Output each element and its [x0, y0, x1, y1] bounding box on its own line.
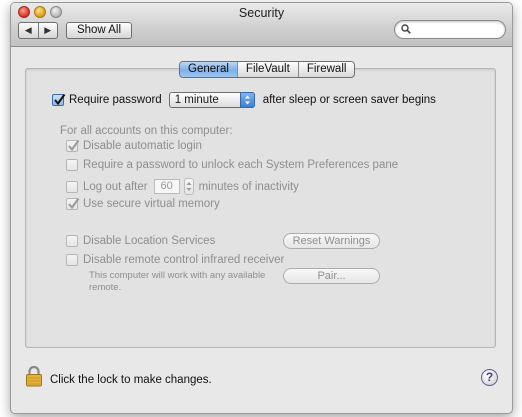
- security-preferences-window: Security ◀ ▶ Show All General FileVault …: [10, 2, 513, 414]
- back-forward-control: ◀ ▶: [18, 22, 58, 39]
- pair-button[interactable]: Pair...: [283, 268, 380, 284]
- checkmark-icon: [54, 93, 66, 106]
- tab-general[interactable]: General: [180, 62, 238, 77]
- require-password-prefs-label: Require a password to unlock each System…: [83, 159, 399, 171]
- popup-arrows-icon: [239, 92, 255, 108]
- logout-prefix-label: Log out after: [83, 180, 148, 193]
- search-field[interactable]: [394, 20, 506, 39]
- logout-minutes-stepper[interactable]: [183, 178, 194, 195]
- forward-button[interactable]: ▶: [39, 23, 58, 38]
- require-password-row: Require password 1 minute after sleep or…: [52, 92, 436, 108]
- back-button[interactable]: ◀: [19, 23, 39, 38]
- password-delay-popup[interactable]: 1 minute: [168, 92, 255, 108]
- disable-location-row: Disable Location Services: [66, 235, 215, 247]
- stepper-arrows-icon: [186, 182, 192, 191]
- ir-note: This computer will work with any availab…: [89, 270, 266, 293]
- require-password-prefs-checkbox[interactable]: [66, 159, 78, 171]
- disable-autologin-checkbox[interactable]: [66, 139, 80, 152]
- search-icon: [401, 24, 411, 34]
- tab-firewall[interactable]: Firewall: [299, 62, 355, 77]
- titlebar: Security ◀ ▶ Show All: [11, 3, 512, 47]
- lock-icon[interactable]: [25, 365, 43, 387]
- disable-location-label: Disable Location Services: [83, 235, 216, 247]
- disable-autologin-row: Disable automatic login: [66, 139, 202, 152]
- secure-vm-checkbox[interactable]: [66, 197, 80, 210]
- require-password-prefs-row: Require a password to unlock each System…: [66, 159, 398, 171]
- password-delay-value: 1 minute: [174, 94, 219, 106]
- disable-ir-label: Disable remote control infrared receiver: [83, 254, 285, 266]
- require-password-label: Require password: [69, 94, 162, 106]
- disable-ir-checkbox[interactable]: [66, 254, 78, 266]
- logout-row: Log out after 60 minutes of inactivity: [66, 178, 299, 195]
- require-password-checkbox[interactable]: [52, 93, 66, 106]
- checkmark-icon: [68, 197, 80, 210]
- section-heading: For all accounts on this computer:: [60, 125, 233, 137]
- disable-ir-row: Disable remote control infrared receiver: [66, 254, 284, 266]
- secure-vm-label: Use secure virtual memory: [83, 198, 220, 210]
- tab-bar: General FileVault Firewall: [179, 61, 356, 78]
- reset-warnings-button[interactable]: Reset Warnings: [283, 233, 380, 249]
- disable-autologin-label: Disable automatic login: [83, 140, 202, 152]
- password-suffix-label: after sleep or screen saver begins: [262, 94, 436, 106]
- disable-location-checkbox[interactable]: [66, 235, 78, 247]
- logout-checkbox[interactable]: [66, 180, 78, 193]
- help-button[interactable]: ?: [481, 369, 498, 386]
- lock-text: Click the lock to make changes.: [50, 374, 212, 386]
- logout-minutes-field[interactable]: 60: [153, 179, 180, 194]
- logout-suffix-label: minutes of inactivity: [198, 180, 299, 193]
- secure-vm-row: Use secure virtual memory: [66, 197, 220, 210]
- show-all-button[interactable]: Show All: [66, 22, 132, 39]
- checkmark-icon: [68, 139, 80, 152]
- tab-filevault[interactable]: FileVault: [238, 62, 299, 77]
- window-title: Security: [238, 6, 285, 20]
